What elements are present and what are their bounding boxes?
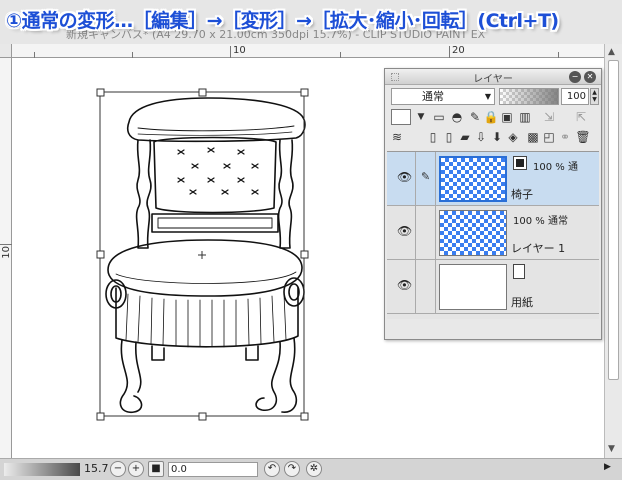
layer-thumbnail[interactable] xyxy=(439,264,507,310)
reset-icon[interactable]: ✲ xyxy=(306,461,322,477)
layer-opacity-mode: 100 % 通常 xyxy=(513,216,568,227)
opacity-spinner[interactable]: ▲ ▼ xyxy=(590,88,599,105)
layer-name[interactable]: 用紙 xyxy=(511,294,533,310)
ruler-tick xyxy=(449,46,450,58)
fit-view-icon[interactable]: ■ xyxy=(148,461,164,477)
rotate-right-icon[interactable]: ↷ xyxy=(284,461,300,477)
link-icon[interactable]: ⚭ xyxy=(557,129,573,145)
divider xyxy=(435,260,436,314)
transform-handle xyxy=(198,88,207,97)
layer-toolbar-2: ≋ ▯ ▯ ▰ ⇩ ⬇ ◈ ▩ ◰ ⚭ 🗑 xyxy=(385,127,601,147)
layer-mode-icon xyxy=(513,156,527,170)
apply-mask-icon[interactable]: ◰ xyxy=(541,129,557,145)
title-bar: 新規キャンバス* (A4 29.70 x 21.00cm 350dpi 15.7… xyxy=(0,0,622,44)
layer-stack-icon[interactable]: ≋ xyxy=(389,129,405,145)
chevron-down-icon: ▼ xyxy=(484,92,491,101)
scroll-down-icon[interactable]: ▼ xyxy=(608,444,615,454)
layer-row[interactable]: 👁 用紙 xyxy=(387,260,599,314)
layer-thumbnail[interactable] xyxy=(439,210,507,256)
eye-icon[interactable]: 👁 xyxy=(397,278,412,292)
transform-handle xyxy=(96,412,105,421)
rotate-left-icon[interactable]: ↶ xyxy=(264,461,280,477)
delete-layer-icon[interactable]: 🗑 xyxy=(575,129,591,145)
lock-transparent-icon[interactable]: ▣ xyxy=(499,109,515,125)
layer-row[interactable]: 👁 ✎ 100 % 通 椅子 xyxy=(387,152,599,206)
ruler-tick xyxy=(230,46,231,58)
layer-row[interactable]: 👁 100 % 通常 レイヤー 1 xyxy=(387,206,599,260)
ruler-label-20: 20 xyxy=(452,45,465,56)
divider xyxy=(415,260,416,314)
mask-enable-icon[interactable]: ▥ xyxy=(517,109,533,125)
ruler-range-icon[interactable]: ⇱ xyxy=(569,109,593,125)
opacity-slider[interactable] xyxy=(499,88,559,105)
layer-name[interactable]: レイヤー 1 xyxy=(511,240,565,256)
scroll-right-icon[interactable]: ▶ xyxy=(604,462,611,472)
draft-layer-icon[interactable]: ✎ xyxy=(467,109,483,125)
scroll-thumb[interactable] xyxy=(608,60,619,380)
transform-handle xyxy=(300,88,309,97)
reference-layer-icon[interactable]: ◓ xyxy=(449,109,465,125)
transform-handle xyxy=(300,412,309,421)
ruler-label-left-10: 10 xyxy=(1,246,12,259)
layer-thumbnail[interactable] xyxy=(439,156,507,202)
layer-panel-header[interactable]: レイヤー − ✕ xyxy=(385,69,601,85)
layer-opacity-mode: 100 % 通 xyxy=(533,162,578,173)
zoom-out-icon[interactable]: − xyxy=(110,461,126,477)
transform-handle xyxy=(96,250,105,259)
rotation-angle[interactable]: 0.0 xyxy=(168,462,258,477)
paper-layer-icon xyxy=(513,264,525,279)
zoom-value[interactable]: 15.7 xyxy=(84,462,109,475)
merge-icon[interactable]: ◈ xyxy=(505,129,521,145)
minimize-icon[interactable]: − xyxy=(569,71,581,83)
transform-handle xyxy=(300,250,309,259)
layer-color-swatch[interactable] xyxy=(391,109,411,125)
new-folder-icon[interactable]: ▰ xyxy=(457,129,473,145)
opacity-value[interactable]: 100 xyxy=(561,88,589,105)
tutorial-caption: ①通常の変形…［編集］→［変形］→［拡大･縮小･回転］(Ctrl+T) xyxy=(6,10,559,32)
lock-icon[interactable]: 🔒 xyxy=(483,109,499,125)
ruler-tick xyxy=(0,244,12,245)
zoom-in-icon[interactable]: + xyxy=(128,461,144,477)
mask-icon[interactable]: ▩ xyxy=(525,129,541,145)
clip-icon[interactable]: ▭ xyxy=(431,109,447,125)
combine-down-icon[interactable]: ⬇ xyxy=(489,129,505,145)
ruler-show-icon[interactable]: ⇲ xyxy=(537,109,561,125)
layer-toolbar-1: ▼ ▭ ◓ ✎ 🔒 ▣ ▥ ⇲ ⇱ xyxy=(385,107,601,127)
ruler-label-10: 10 xyxy=(233,45,246,56)
vertical-scrollbar[interactable]: ▲ ▼ xyxy=(604,44,622,458)
chevron-down-icon[interactable]: ▼ xyxy=(413,109,429,125)
divider xyxy=(435,206,436,260)
navigator-ramp xyxy=(4,463,80,476)
new-raster-layer-icon[interactable]: ▯ xyxy=(425,129,441,145)
transform-handle xyxy=(96,88,105,97)
blend-mode-value: 通常 xyxy=(422,90,444,103)
transfer-down-icon[interactable]: ⇩ xyxy=(473,129,489,145)
eye-icon[interactable]: 👁 xyxy=(397,170,412,184)
eye-icon[interactable]: 👁 xyxy=(397,224,412,238)
brush-icon: ✎ xyxy=(421,170,431,183)
scroll-up-icon[interactable]: ▲ xyxy=(608,47,615,57)
new-vector-layer-icon[interactable]: ▯ xyxy=(441,129,457,145)
layer-panel: レイヤー − ✕ 通常 ▼ 100 ▲ ▼ ▼ ▭ ◓ ✎ 🔒 ▣ ▥ ⇲ ⇱ ≋… xyxy=(384,68,602,340)
layer-name[interactable]: 椅子 xyxy=(511,186,533,202)
close-icon[interactable]: ✕ xyxy=(584,71,596,83)
divider xyxy=(435,152,436,206)
status-bar: 15.7 − + ■ 0.0 ↶ ↷ ✲ ▶ xyxy=(0,458,622,480)
ruler-corner xyxy=(0,44,12,58)
ruler-left: 10 xyxy=(0,58,12,458)
ruler-top: 10 20 xyxy=(12,44,604,58)
transform-handle xyxy=(198,412,207,421)
blend-mode-select[interactable]: 通常 ▼ xyxy=(391,88,495,105)
divider xyxy=(415,152,416,206)
divider xyxy=(415,206,416,260)
layer-list: 👁 ✎ 100 % 通 椅子 👁 100 % 通常 レイヤー 1 👁 用紙 xyxy=(387,151,599,319)
transform-center xyxy=(198,251,206,259)
